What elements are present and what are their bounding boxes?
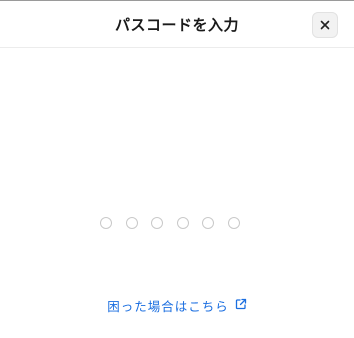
passcode-dot: [151, 217, 163, 229]
passcode-dot: [202, 217, 214, 229]
close-button[interactable]: [312, 12, 338, 38]
close-icon: [320, 20, 330, 30]
passcode-dialog: パスコードを入力 困った場合はこちら: [0, 0, 354, 338]
passcode-dot: [125, 217, 138, 229]
help-link-label: 困った場合はこちら: [107, 299, 229, 314]
passcode-dot: [176, 217, 189, 229]
external-link-icon: [235, 298, 247, 313]
dialog-header: パスコードを入力: [0, 1, 354, 48]
passcode-dots[interactable]: [100, 217, 240, 231]
help-link[interactable]: 困った場合はこちら: [0, 296, 354, 315]
dialog-title: パスコードを入力: [114, 16, 239, 34]
passcode-dot: [227, 217, 240, 229]
passcode-dot: [100, 217, 112, 229]
